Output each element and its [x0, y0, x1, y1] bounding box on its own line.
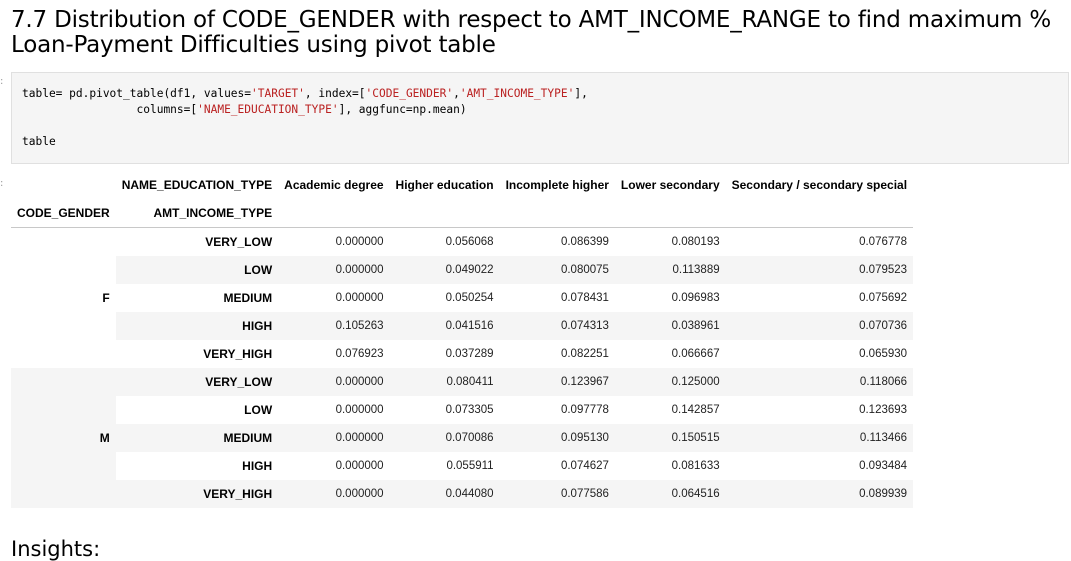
- value-cell: 0.097778: [560, 404, 609, 416]
- value-cell: 0.000000: [278, 480, 390, 508]
- value-cell: 0.105263: [278, 312, 390, 340]
- income-label: VERY_LOW: [115, 368, 279, 396]
- value-cell: 0.055911: [446, 460, 494, 472]
- value-cell: 0.075692: [859, 292, 908, 304]
- value-cell: 0.064516: [614, 480, 726, 508]
- gender-label: F: [11, 227, 116, 368]
- income-label: VERY_HIGH: [203, 347, 273, 361]
- column-header: Higher education: [395, 178, 494, 192]
- value-cell: 0.000000: [335, 460, 384, 472]
- table-row: MEDIUM 0.000000 0.050254 0.078431 0.096983 0.…: [11, 284, 913, 312]
- column-header: Secondary / secondary special: [731, 178, 908, 192]
- value-cell: 0.049022: [389, 256, 500, 284]
- value-cell: 0.118066: [725, 368, 914, 396]
- income-label: HIGH: [242, 459, 273, 473]
- value-cell: 0.073305: [445, 404, 494, 416]
- header-blank: [389, 199, 500, 228]
- header-spacer: [11, 171, 116, 199]
- header-row-columns: NAME_EDUCATION_TYPE Academic degree High…: [11, 171, 913, 199]
- output-prompt-marker: :: [0, 178, 4, 189]
- pivot-table: NAME_EDUCATION_TYPE Academic degree High…: [11, 171, 914, 508]
- value-cell: 0.000000: [278, 424, 390, 452]
- value-cell: 0.080075: [499, 256, 615, 284]
- cell-prompt-marker: :: [0, 76, 4, 87]
- code-cell[interactable]: table= pd.pivot_table(df1, values='TARGE…: [11, 72, 1069, 164]
- value-cell: 0.000000: [335, 292, 384, 304]
- section-heading: 7.7 Distribution of CODE_GENDER with res…: [11, 7, 1052, 58]
- value-cell: 0.080411: [389, 368, 500, 396]
- header-blank: [278, 199, 390, 228]
- value-cell: 0.000000: [278, 368, 390, 396]
- value-cell: 0.070086: [389, 424, 500, 452]
- value-cell: 0.150515: [614, 424, 726, 452]
- table-row: HIGH 0.000000 0.055911 0.074627 0.081633 0.09…: [11, 452, 913, 480]
- value-cell: 0.081633: [671, 460, 720, 472]
- gender-label: M: [11, 368, 116, 508]
- value-cell: 0.123693: [859, 404, 908, 416]
- value-cell: 0.123967: [499, 368, 615, 396]
- value-cell: 0.113889: [614, 256, 726, 284]
- table-row: F VERY_LOW 0.000000 0.056068 0.086399 0.08019…: [11, 227, 913, 368]
- income-label: HIGH: [115, 312, 279, 340]
- value-cell: 0.093484: [859, 460, 908, 472]
- table-row: LOW 0.000000 0.073305 0.097778 0.142857 0.123…: [11, 396, 913, 424]
- value-cell: 0.044080: [389, 480, 500, 508]
- value-cell: 0.056068: [445, 236, 494, 248]
- income-label: LOW: [244, 403, 273, 417]
- income-label: LOW: [115, 256, 279, 284]
- header-blank: [725, 199, 914, 228]
- value-cell: 0.000000: [278, 256, 390, 284]
- header-blank: [614, 199, 726, 228]
- value-cell: 0.074313: [499, 312, 615, 340]
- value-cell: 0.079523: [725, 256, 914, 284]
- value-cell: 0.074627: [560, 460, 609, 472]
- index-name-income: AMT_INCOME_TYPE: [115, 199, 279, 228]
- value-cell: 0.038961: [614, 312, 726, 340]
- value-cell: 0.000000: [335, 236, 384, 248]
- value-cell: 0.066667: [671, 348, 720, 360]
- value-cell: 0.142857: [671, 404, 720, 416]
- column-header: Lower secondary: [620, 178, 720, 192]
- table-body: F VERY_LOW 0.000000 0.056068 0.086399 0.08019…: [11, 227, 914, 508]
- value-cell: 0.000000: [335, 404, 384, 416]
- table-row: LOW 0.000000 0.049022 0.080075 0.113889 0.079…: [11, 256, 914, 284]
- value-cell: 0.070736: [725, 312, 914, 340]
- column-header: Academic degree: [284, 178, 384, 192]
- value-cell: 0.077586: [499, 480, 615, 508]
- value-cell: 0.082251: [560, 348, 609, 360]
- table-row: HIGH 0.105263 0.041516 0.074313 0.038961 0.07…: [11, 312, 914, 340]
- value-cell: 0.078431: [560, 292, 609, 304]
- income-label: MEDIUM: [223, 291, 273, 305]
- table-row: VERY_HIGH 0.000000 0.044080 0.077586 0.06451…: [11, 480, 914, 508]
- value-cell: 0.076923: [335, 348, 384, 360]
- value-cell: 0.050254: [445, 292, 494, 304]
- value-cell: 0.037289: [445, 348, 494, 360]
- value-cell: 0.065930: [859, 348, 908, 360]
- value-cell: 0.086399: [560, 236, 609, 248]
- column-header: Incomplete higher: [505, 178, 609, 192]
- value-cell: 0.089939: [725, 480, 914, 508]
- income-label: VERY_LOW: [205, 235, 273, 249]
- value-cell: 0.041516: [389, 312, 500, 340]
- index-name-gender: CODE_GENDER: [11, 199, 116, 228]
- value-cell: 0.080193: [671, 236, 720, 248]
- table-row: MEDIUM 0.000000 0.070086 0.095130 0.150515 0.…: [11, 424, 914, 452]
- insights-heading: Insights:: [11, 537, 101, 561]
- value-cell: 0.096983: [671, 292, 720, 304]
- table-row: VERY_HIGH 0.076923 0.037289 0.082251 0.06666…: [11, 340, 913, 368]
- header-blank: [499, 199, 615, 228]
- columns-level-name: NAME_EDUCATION_TYPE: [121, 178, 273, 192]
- value-cell: 0.113466: [725, 424, 914, 452]
- income-label: VERY_HIGH: [115, 480, 279, 508]
- income-label: MEDIUM: [115, 424, 279, 452]
- header-row-index-names: CODE_GENDER AMT_INCOME_TYPE: [11, 199, 914, 228]
- value-cell: 0.076778: [859, 236, 908, 248]
- code-line-1: table= pd.pivot_table(df1, values='TARGE…: [22, 87, 588, 148]
- value-cell: 0.125000: [614, 368, 726, 396]
- value-cell: 0.095130: [499, 424, 615, 452]
- table-row: M VERY_LOW 0.000000 0.080411 0.123967 0.12500…: [11, 368, 914, 508]
